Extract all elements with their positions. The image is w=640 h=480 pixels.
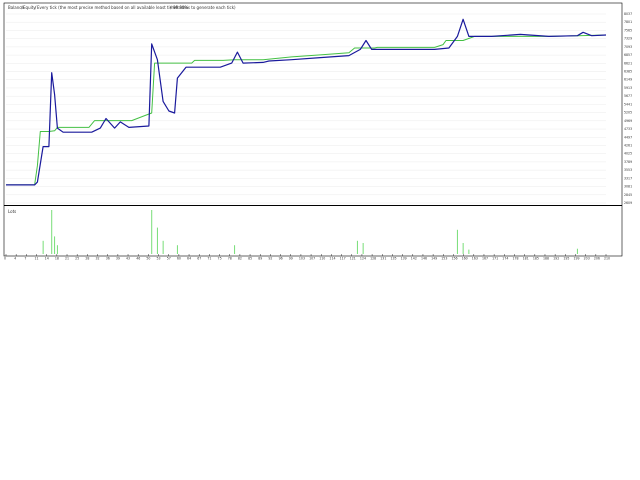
x-tick-label: 142: [411, 257, 417, 261]
x-tick-label: 174: [502, 257, 508, 261]
x-tick-label: 203: [584, 257, 590, 261]
y-tick-label: 5205: [624, 111, 632, 115]
y-tick-label: 4261: [624, 143, 632, 147]
x-tick-label: 135: [390, 257, 396, 261]
y-tick-label: 7801: [624, 20, 632, 24]
x-tick-label: 153: [441, 257, 447, 261]
x-tick-label: 96: [279, 257, 283, 261]
x-tick-label: 178: [512, 257, 518, 261]
x-tick-label: 46: [136, 257, 140, 261]
x-tick-label: 75: [218, 257, 222, 261]
y-tick-label: 4497: [624, 135, 632, 139]
x-tick-label: 85: [248, 257, 252, 261]
x-tick-label: 89: [258, 257, 262, 261]
x-tick-label: 114: [329, 257, 335, 261]
y-tick-label: 4733: [624, 127, 632, 131]
x-tick-label: 156: [451, 257, 457, 261]
x-tick-label: 146: [421, 257, 427, 261]
y-tick-label: 3081: [624, 185, 632, 189]
x-tick-label: 188: [543, 257, 549, 261]
x-tick-label: 67: [197, 257, 201, 261]
x-tick-label: 171: [492, 257, 498, 261]
y-tick-label: 6857: [624, 53, 632, 57]
y-tick-label: 6149: [624, 78, 632, 82]
x-tick-label: 131: [380, 257, 386, 261]
x-tick-label: 192: [553, 257, 559, 261]
y-tick-label: 3317: [624, 176, 632, 180]
x-tick-label: 18: [55, 257, 59, 261]
x-tick-label: 107: [309, 257, 315, 261]
x-tick-label: 71: [207, 257, 211, 261]
y-tick-label: 7093: [624, 45, 632, 49]
x-tick-label: 167: [482, 257, 488, 261]
y-tick-label: 5913: [624, 86, 632, 90]
x-tick-label: 195: [563, 257, 569, 261]
y-tick-label: 4025: [624, 152, 632, 156]
x-tick-label: 110: [319, 257, 325, 261]
y-tick-label: 3789: [624, 160, 632, 164]
x-tick-label: 14: [45, 257, 49, 261]
backtest-chart: Balance / Equity / Every tick (the most …: [3, 2, 632, 261]
x-tick-label: 117: [340, 257, 346, 261]
y-tick-label: 6385: [624, 70, 632, 74]
x-tick-label: 185: [533, 257, 539, 261]
x-tick-label: 206: [594, 257, 600, 261]
x-tick-label: 139: [401, 257, 407, 261]
x-tick-label: 28: [85, 257, 89, 261]
y-tick-label: 3553: [624, 168, 632, 172]
x-tick-label: 57: [167, 257, 171, 261]
y-tick-label: 7565: [624, 28, 632, 32]
x-tick-label: 4: [14, 257, 16, 261]
y-tick-label: 8037: [624, 12, 632, 16]
x-tick-label: 103: [299, 257, 305, 261]
x-tick-label: 60: [177, 257, 181, 261]
y-tick-label: 5677: [624, 94, 632, 98]
x-tick-label: 0: [4, 257, 6, 261]
x-tick-label: 160: [462, 257, 468, 261]
x-tick-label: 78: [228, 257, 232, 261]
y-tick-label: 5441: [624, 102, 632, 106]
x-tick-label: 7: [24, 257, 26, 261]
y-tick-label: 2845: [624, 193, 632, 197]
x-tick-label: 92: [268, 257, 272, 261]
x-tick-label: 149: [431, 257, 437, 261]
x-tick-label: 32: [96, 257, 100, 261]
x-tick-label: 50: [146, 257, 150, 261]
x-tick-label: 64: [187, 257, 191, 261]
x-tick-label: 128: [370, 257, 376, 261]
x-tick-label: 53: [157, 257, 161, 261]
y-tick-label: 2609: [624, 201, 632, 205]
x-tick-label: 199: [573, 257, 579, 261]
y-axis-ticks: 8037 7801 7565 7329 7093 6857 6621 6385 6149 5913…: [624, 12, 632, 205]
sub-window-label: Lots: [8, 209, 16, 214]
x-tick-label: 25: [75, 257, 79, 261]
y-tick-label: 4969: [624, 119, 632, 123]
y-tick-label: 6621: [624, 61, 632, 65]
x-tick-label: 43: [126, 257, 130, 261]
y-tick-label: 7329: [624, 37, 632, 41]
x-tick-label: 82: [238, 257, 242, 261]
x-tick-label: 21: [65, 257, 69, 261]
x-tick-label: 124: [360, 257, 366, 261]
x-tick-label: 36: [106, 257, 110, 261]
legend: Balance / Equity / Every tick (the most …: [8, 5, 236, 10]
x-tick-label: 121: [350, 257, 356, 261]
x-tick-label: 163: [472, 257, 478, 261]
x-tick-label: 210: [604, 257, 610, 261]
x-tick-label: 11: [35, 257, 39, 261]
x-tick-label: 39: [116, 257, 120, 261]
legend-description: Every tick (the most precise method base…: [37, 5, 236, 10]
legend-quality: 99.90%: [173, 5, 188, 10]
x-tick-label: 181: [523, 257, 529, 261]
x-tick-label: 99: [289, 257, 293, 261]
